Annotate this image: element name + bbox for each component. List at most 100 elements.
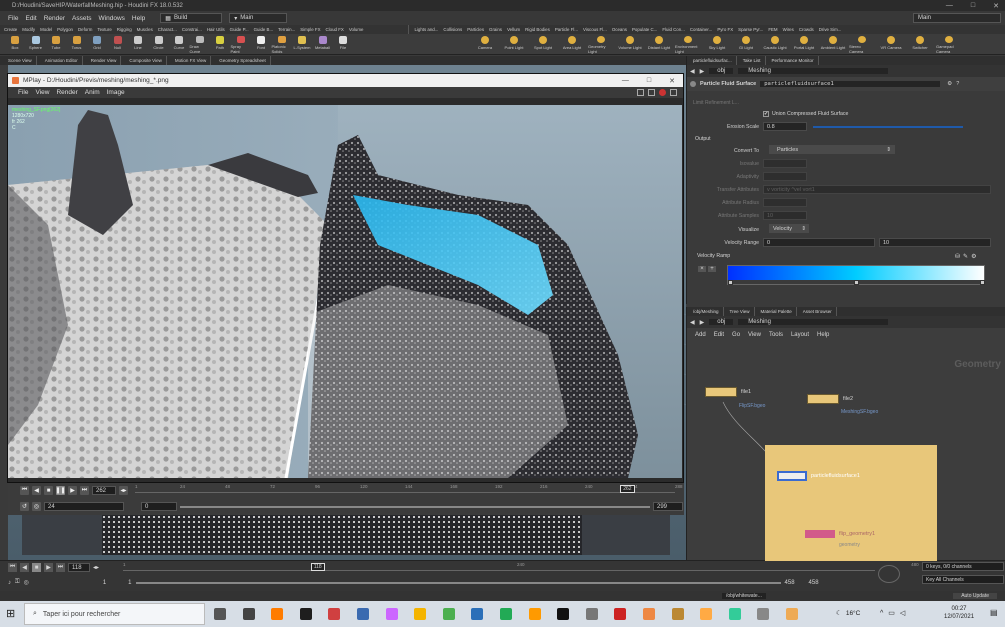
shelf-tool[interactable]: L-System xyxy=(292,36,312,54)
mplay-menu-anim[interactable]: Anim xyxy=(85,89,100,96)
shelf-tool[interactable]: Geometry Light xyxy=(588,36,614,54)
app-icon[interactable] xyxy=(643,608,655,620)
realtime-icon[interactable]: ◎ xyxy=(24,579,29,586)
forward-icon[interactable]: ▶ xyxy=(700,68,705,75)
flip-node-icon[interactable] xyxy=(805,530,835,538)
taskbar-search-box[interactable]: ⌕ Taper ici pour rechercher xyxy=(24,603,205,625)
chrome-icon[interactable] xyxy=(357,608,369,620)
shelf-tool[interactable]: Tube xyxy=(46,36,66,54)
ramp-preset-icon[interactable]: ⛁ xyxy=(955,253,960,260)
shelf-tool[interactable]: Caustic Light xyxy=(762,36,788,54)
files-icon[interactable] xyxy=(414,608,427,620)
path-obj[interactable]: obj xyxy=(709,68,734,74)
auto-update-button[interactable]: Auto Update xyxy=(953,593,997,599)
help-icon[interactable]: ? xyxy=(956,81,959,87)
shelf-tab[interactable]: Volume xyxy=(349,27,364,32)
menu-file[interactable]: File xyxy=(8,15,18,22)
ramp-key-marker[interactable] xyxy=(728,280,733,285)
settings-icon[interactable] xyxy=(471,608,484,620)
shelf-tab[interactable]: Container... xyxy=(690,27,712,32)
shelf-tab[interactable]: Drive Sim... xyxy=(819,27,842,32)
shelf-tab[interactable]: Muscles xyxy=(137,27,153,32)
maximize-icon[interactable]: □ xyxy=(971,2,975,9)
shelf-tab[interactable]: Collisions xyxy=(443,27,462,32)
checkbox-icon[interactable]: ✔ xyxy=(763,111,769,117)
shelf-tab[interactable]: Constrai... xyxy=(182,27,202,32)
maximize-icon[interactable]: □ xyxy=(647,77,651,85)
shelf-tab[interactable]: Terrain... xyxy=(278,27,295,32)
fluid-node-icon[interactable] xyxy=(777,471,807,481)
shelf-set-selector[interactable]: ▾ Main xyxy=(229,13,288,23)
scope-dial-icon[interactable] xyxy=(878,565,900,583)
remove-key-icon[interactable]: × xyxy=(698,266,706,272)
shelf-tool[interactable]: Point Light xyxy=(501,36,527,54)
shelf-tool[interactable]: Camera xyxy=(472,36,498,54)
shelf-tab[interactable]: Model xyxy=(40,27,52,32)
shelf-tab[interactable]: FEM xyxy=(768,27,777,32)
play-icon[interactable]: ▶ xyxy=(68,486,77,495)
shelf-tab[interactable]: Pyro FX xyxy=(717,27,733,32)
network-menu-item[interactable]: View xyxy=(748,332,761,338)
shelf-tool[interactable]: VR Camera xyxy=(878,36,904,54)
shelf-tab[interactable]: Deform xyxy=(78,27,92,32)
shelf-tab[interactable]: Sparse Pyr... xyxy=(738,27,763,32)
file-node-icon[interactable] xyxy=(807,394,839,404)
task-view-icon[interactable] xyxy=(214,608,226,620)
velocity-max-field[interactable]: 10 xyxy=(879,238,991,247)
shelf-tool[interactable]: Path xyxy=(210,36,230,54)
app-icon[interactable] xyxy=(500,608,512,620)
taskbar-clock[interactable]: 00:27 12/07/2021 xyxy=(944,605,974,621)
shelf-tool[interactable]: Metaball xyxy=(313,36,333,54)
keys-icon[interactable]: ⚿ xyxy=(15,579,20,586)
net-path-obj[interactable]: obj xyxy=(709,319,734,325)
key-all-channels-button[interactable]: Key All Channels xyxy=(922,575,1004,584)
pane-tab[interactable]: Scene View xyxy=(4,56,37,65)
union-compressed-toggle[interactable]: ✔ Union Compressed Fluid Surface xyxy=(763,111,848,117)
mplay-menu-file[interactable]: File xyxy=(18,89,28,96)
mplay-end-field[interactable]: 299 xyxy=(653,502,683,511)
shelf-tool[interactable]: Spray Paint xyxy=(231,36,251,54)
node-file2[interactable]: file2 xyxy=(807,394,853,404)
velocity-min-field[interactable]: 0 xyxy=(763,238,875,247)
shelf-tab[interactable]: Rigid Bodies xyxy=(525,27,550,32)
shelf-tool[interactable]: File xyxy=(333,36,353,54)
network-tab[interactable]: /obj/Meshing xyxy=(689,307,724,316)
last-frame-icon[interactable]: ⏭ xyxy=(56,563,65,572)
network-menu-item[interactable]: Go xyxy=(732,332,740,338)
shelf-tab[interactable]: Guide P... xyxy=(230,27,249,32)
shelf-tab[interactable]: Vellum xyxy=(507,27,520,32)
shelf-tool[interactable]: Draw Curve xyxy=(190,36,210,54)
app-icon[interactable] xyxy=(442,608,455,620)
shelf-tab[interactable]: Guide B... xyxy=(254,27,274,32)
shelf-tab[interactable]: Crowds xyxy=(799,27,814,32)
pane-tab[interactable]: Take List xyxy=(739,56,766,65)
step-arrows-icon[interactable]: ◂▸ xyxy=(93,564,99,571)
shelf-tab[interactable]: Create xyxy=(4,27,17,32)
network-tab[interactable]: Material Palette xyxy=(757,307,797,316)
close-icon[interactable]: ✕ xyxy=(993,2,999,10)
menu-windows[interactable]: Windows xyxy=(99,15,125,22)
node-name-field[interactable]: particlefluidsurface1 xyxy=(760,81,941,87)
shelf-tool[interactable]: Circle xyxy=(149,36,169,54)
shelf-tool[interactable]: Environment Light xyxy=(675,36,701,54)
shelf-tool[interactable]: Ambient Light xyxy=(820,36,846,54)
shelf-tool[interactable]: Null xyxy=(108,36,128,54)
shelf-tab[interactable]: Simple FX xyxy=(300,27,320,32)
app-icon[interactable] xyxy=(614,608,627,620)
audio-icon[interactable]: ♪ xyxy=(8,580,11,586)
shelf-tab[interactable]: Wires xyxy=(783,27,794,32)
back-icon[interactable]: ◀ xyxy=(690,68,695,75)
shelf-tool[interactable]: Torus xyxy=(67,36,87,54)
houdini-icon[interactable] xyxy=(671,608,684,620)
pane-tab[interactable]: Composite View xyxy=(125,56,167,65)
first-frame-icon[interactable]: ⏮ xyxy=(20,486,29,495)
shelf-tab[interactable]: Polygon xyxy=(57,27,73,32)
shelf-tab[interactable]: Grains xyxy=(489,27,502,32)
shelf-tab[interactable]: Charact... xyxy=(158,27,177,32)
last-frame-icon[interactable]: ⏭ xyxy=(80,486,89,495)
shelf-tab[interactable]: Rigging xyxy=(117,27,132,32)
mplay-step-field[interactable]: 24 xyxy=(44,502,124,511)
mplay-start-field[interactable]: 0 xyxy=(141,502,177,511)
add-key-icon[interactable]: + xyxy=(708,266,716,272)
network-menu-item[interactable]: Help xyxy=(817,332,829,338)
